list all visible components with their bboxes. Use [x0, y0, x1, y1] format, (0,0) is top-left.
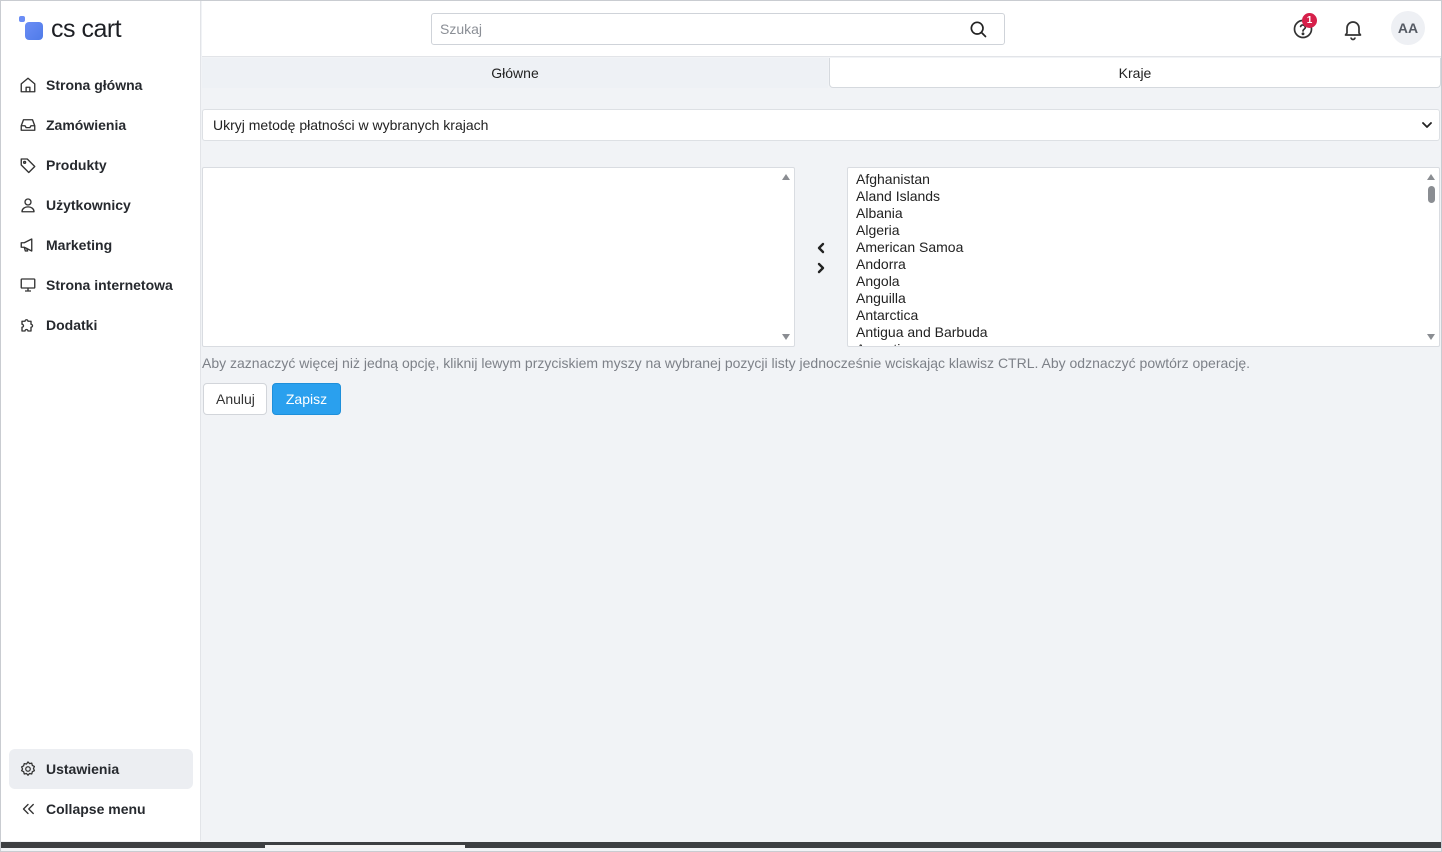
visibility-select-value: Ukryj metodę płatności w wybranych kraja…	[213, 117, 489, 133]
search-input[interactable]	[432, 15, 968, 43]
country-option[interactable]: Afghanistan	[856, 171, 1439, 188]
sidebar-item-label: Ustawienia	[46, 761, 120, 777]
bell-icon[interactable]	[1341, 17, 1365, 41]
country-option[interactable]: Aland Islands	[856, 188, 1439, 205]
collapse-menu-button[interactable]: Collapse menu	[9, 789, 193, 829]
sidebar-item-addons[interactable]: Dodatki	[9, 305, 193, 345]
scrollbar[interactable]	[1423, 168, 1439, 346]
country-option[interactable]: American Samoa	[856, 239, 1439, 256]
top-header: AA	[202, 1, 1441, 57]
move-right-icon[interactable]	[814, 261, 828, 275]
logo-text: cs cart	[51, 14, 122, 43]
sidebar-item-home[interactable]: Strona główna	[9, 65, 193, 105]
horizontal-scrollbar[interactable]	[1, 842, 1441, 848]
sidebar-item-label: Dodatki	[46, 317, 98, 333]
sidebar-bottom: Ustawienia Collapse menu	[9, 749, 193, 829]
country-option[interactable]: Angola	[856, 273, 1439, 290]
sidebar-item-label: Zamówienia	[46, 117, 127, 133]
sidebar: cs cart Strona główna Zamówienia Produkt…	[1, 1, 201, 841]
search-icon[interactable]	[968, 19, 988, 39]
logo-icon	[19, 16, 45, 42]
sidebar-item-label: Strona internetowa	[46, 277, 173, 293]
save-button[interactable]: Zapisz	[272, 383, 341, 415]
country-option[interactable]: Albania	[856, 205, 1439, 222]
country-option[interactable]: Antarctica	[856, 307, 1439, 324]
scrollbar[interactable]	[778, 168, 794, 346]
sidebar-item-users[interactable]: Użytkownicy	[9, 185, 193, 225]
country-option[interactable]: Algeria	[856, 222, 1439, 239]
gear-icon	[20, 761, 36, 776]
move-left-icon[interactable]	[814, 241, 828, 255]
country-option[interactable]: Antigua and Barbuda	[856, 324, 1439, 341]
sidebar-item-label: Strona główna	[46, 77, 143, 93]
sidebar-item-marketing[interactable]: Marketing	[9, 225, 193, 265]
notification-badge: 1	[1302, 13, 1317, 28]
sidebar-item-website[interactable]: Strona internetowa	[9, 265, 193, 305]
sidebar-item-label: Collapse menu	[46, 801, 146, 817]
available-countries-list[interactable]: Afghanistan Aland Islands Albania Algeria Am…	[847, 167, 1440, 347]
transfer-controls	[813, 239, 829, 279]
chevron-down-icon	[1422, 122, 1432, 128]
selected-countries-list[interactable]	[202, 167, 795, 347]
selected-countries-options	[203, 168, 794, 171]
user-icon	[21, 198, 35, 213]
puzzle-icon	[21, 319, 34, 332]
home-icon	[20, 77, 36, 93]
avatar[interactable]: AA	[1391, 11, 1425, 45]
sidebar-item-label: Marketing	[46, 237, 113, 253]
multi-select-hint: Aby zaznaczyć więcej niż jedną opcję, kl…	[202, 355, 1251, 371]
visibility-select[interactable]: Ukryj metodę płatności w wybranych kraja…	[202, 109, 1440, 141]
logo[interactable]: cs cart	[19, 14, 122, 43]
sidebar-item-settings[interactable]: Ustawienia	[9, 749, 193, 789]
cancel-button[interactable]: Anuluj	[203, 383, 267, 415]
tab-main[interactable]: Główne	[202, 58, 828, 88]
tabs: Główne Kraje	[202, 58, 1441, 88]
double-chevron-left-icon	[22, 803, 34, 815]
main-nav: Strona główna Zamówienia Produkty Użytko…	[9, 65, 193, 345]
megaphone-icon	[20, 238, 33, 252]
sidebar-item-orders[interactable]: Zamówienia	[9, 105, 193, 145]
search-box	[431, 13, 1005, 45]
sidebar-item-products[interactable]: Produkty	[9, 145, 193, 185]
tag-icon	[20, 158, 36, 174]
country-option[interactable]: Andorra	[856, 256, 1439, 273]
inbox-icon	[20, 119, 36, 131]
sidebar-item-label: Użytkownicy	[46, 197, 131, 213]
sidebar-item-label: Produkty	[46, 157, 107, 173]
monitor-icon	[20, 278, 36, 292]
country-option[interactable]: Argentina	[856, 341, 1439, 346]
country-option[interactable]: Anguilla	[856, 290, 1439, 307]
available-countries-options: Afghanistan Aland Islands Albania Algeria Am…	[848, 168, 1439, 346]
tab-countries[interactable]: Kraje	[829, 58, 1441, 88]
